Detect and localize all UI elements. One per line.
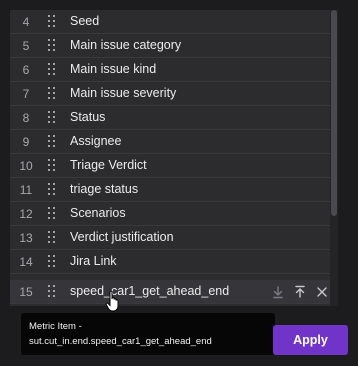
tooltip-value: sut.cut_in.end.speed_car1_get_ahead_end (29, 336, 212, 347)
list-item[interactable]: 9 Assignee (10, 130, 338, 154)
row-index: 13 (19, 231, 33, 245)
row-index: 11 (19, 183, 33, 197)
move-to-bottom-icon[interactable] (270, 284, 286, 300)
list-item[interactable]: 11 triage status (10, 178, 338, 202)
row-label: Jira Link (70, 254, 117, 268)
drag-handle-icon[interactable] (48, 183, 56, 195)
list-item[interactable]: 10 Triage Verdict (10, 154, 338, 178)
row-index: 6 (22, 63, 30, 77)
drag-handle-icon[interactable] (48, 135, 56, 147)
drag-handle-icon[interactable] (48, 63, 56, 75)
row-label: Status (70, 110, 106, 124)
drag-handle-icon[interactable] (48, 255, 56, 267)
drag-handle-icon[interactable] (48, 159, 56, 171)
drag-handle-icon[interactable] (48, 207, 56, 219)
tooltip: Metric Item - sut.cut_in.end.speed_car1_… (21, 313, 275, 355)
list-item[interactable]: 8 Status (10, 106, 338, 130)
row-index: 10 (19, 159, 33, 173)
row-index: 9 (22, 135, 30, 149)
scrollbar[interactable] (330, 10, 338, 306)
row-label: Seed (70, 14, 100, 28)
row-index: 12 (19, 207, 33, 221)
row-index: 14 (19, 255, 33, 269)
row-index: 5 (22, 39, 30, 53)
row-label: triage status (70, 182, 139, 196)
row-index: 15 (19, 285, 33, 299)
scrollbar-thumb[interactable] (331, 10, 337, 216)
list-item[interactable]: 13 Verdict justification (10, 226, 338, 250)
drag-handle-icon[interactable] (48, 111, 56, 123)
row-label: Main issue severity (70, 86, 177, 100)
row-label: Triage Verdict (70, 158, 147, 172)
list-item[interactable]: 7 Main issue severity (10, 82, 338, 106)
apply-button[interactable]: Apply (273, 325, 348, 355)
hand-cursor-icon (105, 290, 119, 312)
list-item[interactable]: 4 Seed (10, 10, 338, 34)
row-label: Verdict justification (70, 230, 174, 244)
row-label: Scenarios (70, 206, 126, 220)
drag-handle-icon[interactable] (48, 285, 56, 297)
row-label: Main issue category (70, 38, 182, 52)
row-index: 7 (22, 87, 30, 101)
list-item[interactable]: 6 Main issue kind (10, 58, 338, 82)
row-label: speed_car1_get_ahead_end (70, 284, 230, 298)
list-item-hovered[interactable]: 15 speed_car1_get_ahead_end (10, 280, 338, 304)
remove-icon[interactable] (314, 284, 330, 300)
row-label: Main issue kind (70, 62, 157, 76)
drag-handle-icon[interactable] (48, 39, 56, 51)
row-index: 8 (22, 111, 30, 125)
drag-handle-icon[interactable] (48, 15, 56, 27)
column-list: 4 Seed 5 Main issue category 6 Main issu… (10, 10, 338, 306)
move-to-top-icon[interactable] (292, 284, 308, 300)
list-item[interactable]: 5 Main issue category (10, 34, 338, 58)
drag-handle-icon[interactable] (48, 87, 56, 99)
list-item[interactable]: 12 Scenarios (10, 202, 338, 226)
tooltip-title: Metric Item - (29, 321, 82, 332)
row-label: Assignee (70, 134, 122, 148)
list-item[interactable]: 14 Jira Link (10, 250, 338, 274)
drag-handle-icon[interactable] (48, 231, 56, 243)
row-index: 4 (22, 15, 30, 29)
